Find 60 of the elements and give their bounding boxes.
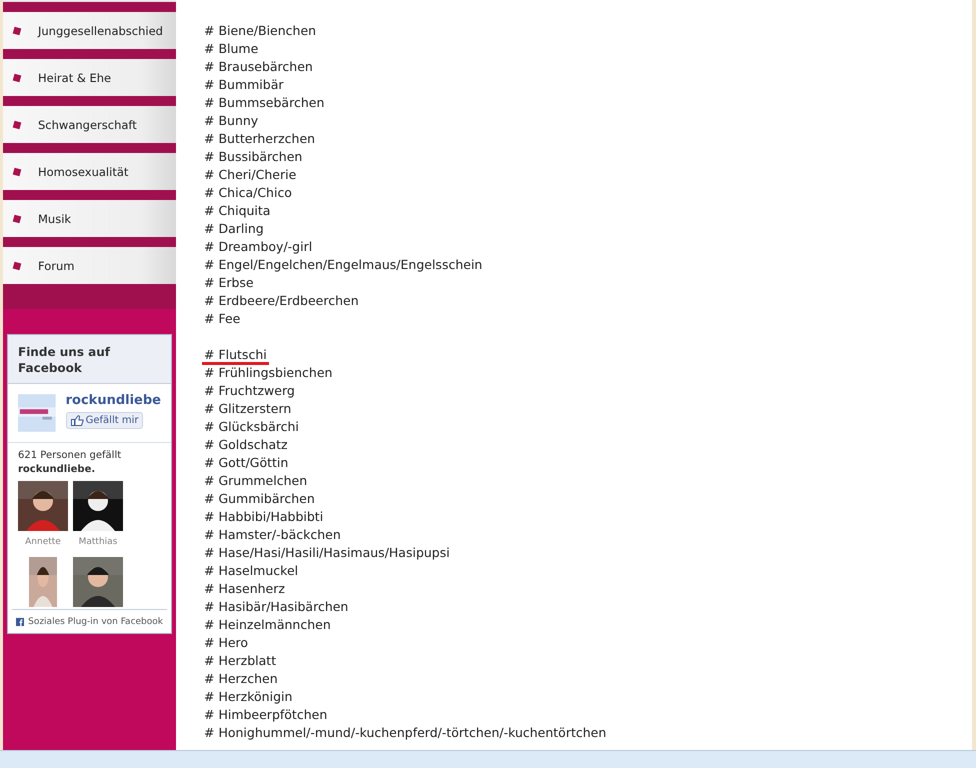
list-entry: # Honighummel/-mund/-kuchenpferd/-törtchen/-kuchentörtchen xyxy=(204,725,606,740)
list-entry: # Darling xyxy=(204,221,264,236)
list-entry: # Butterherzchen xyxy=(204,131,316,146)
nav-item[interactable]: Forum xyxy=(3,247,176,284)
list-entry: # Erbse xyxy=(204,275,254,290)
bullet-icon xyxy=(12,214,22,224)
bullet-icon xyxy=(12,26,22,36)
list-entry: # Dreamboy/-girl xyxy=(204,239,312,254)
list-entry: # Himbeerpfötchen xyxy=(204,707,328,722)
list-entry: # Bummibär xyxy=(204,77,284,92)
bullet-icon xyxy=(12,72,22,82)
thumbs-up-icon xyxy=(70,415,84,426)
bullet-icon xyxy=(12,120,22,130)
list-entry: # Heinzelmännchen xyxy=(204,617,331,632)
list-entry: # Herzchen xyxy=(204,671,278,686)
list-entry: # Biene/Bienchen xyxy=(204,23,316,38)
fan-name: Annette xyxy=(25,536,61,549)
list-entry: # Blume xyxy=(204,41,258,56)
nav-item[interactable]: Junggesellenabschied xyxy=(3,12,176,49)
list-entry: # Hero xyxy=(204,635,248,650)
list-entry: # Herzkönigin xyxy=(204,689,292,704)
nav-item[interactable]: Heirat & Ehe xyxy=(3,59,176,96)
list-entry: # Hasenherz xyxy=(204,581,285,596)
list-entry: # Bunny xyxy=(204,113,258,128)
list-entry: # Herzblatt xyxy=(204,653,276,668)
list-entry: # Fruchtzwerg xyxy=(204,383,295,398)
list-entry: # Habbibi/Habbibti xyxy=(204,509,324,524)
list-entry: # Hase/Hasi/Hasili/Hasimaus/Hasipupsi xyxy=(204,545,450,560)
list-entry: # Chica/Chico xyxy=(204,185,292,200)
list-entry: # Frühlingsbienchen xyxy=(204,365,332,380)
list-entry: # Glitzerstern xyxy=(204,401,292,416)
nav-item[interactable]: Musik xyxy=(3,200,176,237)
plugin-credit: Soziales Plug-in von Facebook xyxy=(28,617,163,627)
list-entry: # Flutschi xyxy=(202,347,269,365)
list-entry: # Erdbeere/Erdbeerchen xyxy=(204,293,359,308)
list-entry: # Gummibärchen xyxy=(204,491,315,506)
list-entry: # Hamster/-bäckchen xyxy=(204,527,341,542)
list-entry: # Hasibär/Hasibärchen xyxy=(204,599,348,614)
like-count-text: 621 Personen gefällt rockundliebe. xyxy=(17,449,122,477)
bullet-icon xyxy=(12,166,22,176)
list-entry: # Haselmuckel xyxy=(204,563,298,578)
nav-item[interactable]: Homosexualität xyxy=(3,153,176,190)
like-button[interactable]: Gefällt mir xyxy=(66,412,144,429)
list-entry: # Cheri/Cherie xyxy=(204,167,296,182)
list-entry: # Gott/Göttin xyxy=(204,455,288,470)
list-entry: # Grummelchen xyxy=(204,473,308,488)
widget-title: Finde uns auf Facebook xyxy=(8,335,171,384)
page-name-link[interactable]: rockundliebe xyxy=(66,393,161,408)
nav-item[interactable]: Schwangerschaft xyxy=(3,106,176,143)
bullet-icon xyxy=(12,260,22,270)
list-entry: # Fee xyxy=(204,311,240,326)
list-entry: # Goldschatz xyxy=(204,437,288,452)
list-entry: # Engel/Engelchen/Engelmaus/Engelsschein xyxy=(204,257,482,272)
list-entry: # Chiquita xyxy=(204,203,270,218)
facebook-logo-icon xyxy=(16,615,24,629)
list-entry: # Bussibärchen xyxy=(204,149,302,164)
list-entry: # Glücksbärchi xyxy=(204,419,299,434)
list-entry: # Bummsebärchen xyxy=(204,95,324,110)
fan-name: Matthias xyxy=(78,536,118,549)
list-entry: # Brausebärchen xyxy=(204,59,313,74)
